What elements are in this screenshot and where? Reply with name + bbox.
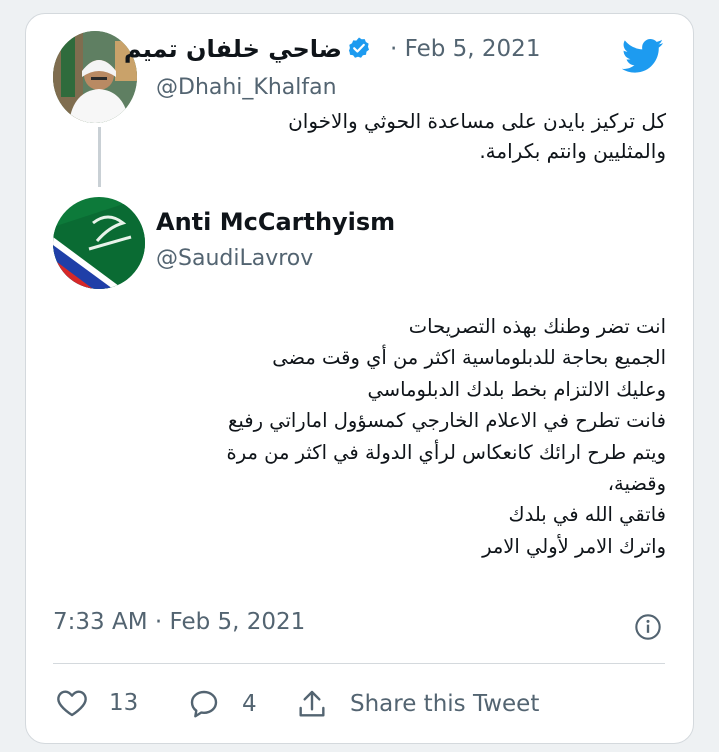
author-handle[interactable]: @Dhahi_Khalfan: [156, 75, 337, 100]
reply-author-handle[interactable]: @SaudiLavrov: [156, 246, 313, 271]
reply-author-avatar[interactable]: [53, 197, 145, 289]
reply-author-name[interactable]: Anti McCarthyism: [156, 208, 395, 236]
author-name[interactable]: ضاحي خلفان تميم: [124, 35, 342, 63]
verified-badge-icon: [348, 37, 369, 58]
divider: [53, 663, 665, 664]
date-separator: ·: [390, 36, 405, 62]
reply-count: 4: [242, 691, 257, 717]
like-button[interactable]: 13: [56, 688, 138, 718]
comment-bubble-icon: [190, 690, 218, 718]
share-button[interactable]: Share this Tweet: [296, 688, 539, 720]
reply-avatar-image: [53, 197, 145, 289]
reply-timestamp[interactable]: 7:33 AM · Feb 5, 2021: [53, 609, 305, 635]
share-upload-icon: [299, 690, 325, 717]
tweet-text: كل تركيز بايدن على مساعدة الحوثي والاخوا…: [288, 109, 666, 163]
like-count: 13: [109, 690, 139, 716]
reply-text: انت تضر وطنك بهذه التصريحات الجميع بحاجة…: [226, 315, 666, 558]
twitter-bird-icon[interactable]: [618, 35, 668, 77]
reply-button[interactable]: 4: [188, 688, 257, 720]
info-icon[interactable]: [634, 613, 662, 641]
thread-connector-line: [98, 127, 101, 187]
heart-icon: [57, 690, 87, 717]
share-label: Share this Tweet: [350, 691, 540, 717]
tweet-date[interactable]: · Feb 5, 2021: [390, 36, 540, 62]
